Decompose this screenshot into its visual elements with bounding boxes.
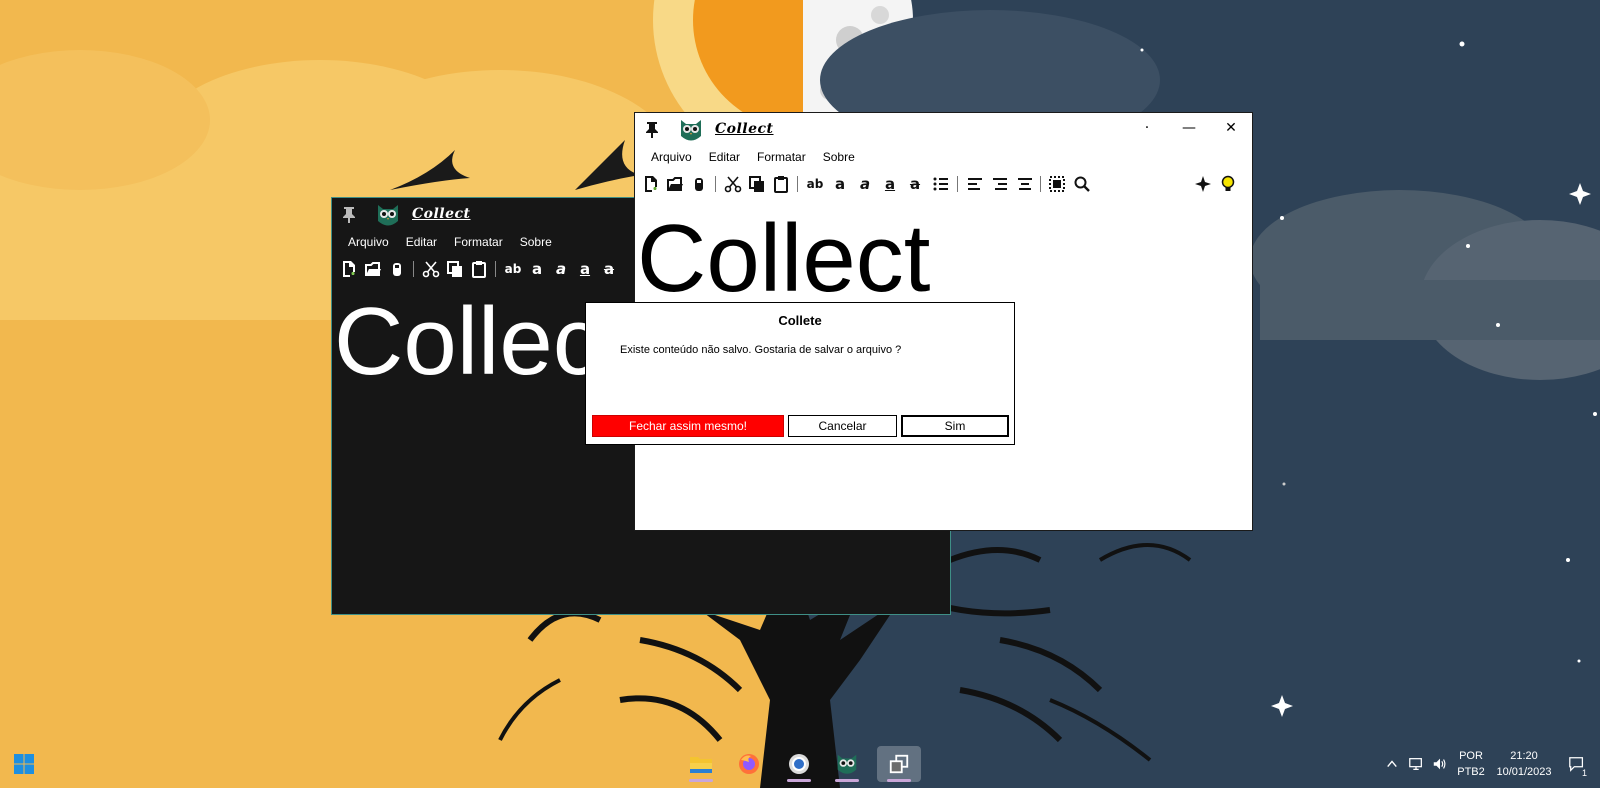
collect-owl-icon[interactable] xyxy=(827,746,867,782)
language-indicator[interactable]: POR PTB2 xyxy=(1456,748,1486,780)
strikethrough-icon[interactable]: a xyxy=(599,259,619,279)
volume-icon[interactable] xyxy=(1428,746,1452,782)
font-icon[interactable]: ab xyxy=(805,174,825,194)
open-file-icon[interactable] xyxy=(665,174,685,194)
select-all-icon[interactable] xyxy=(1047,174,1067,194)
toolbar-separator xyxy=(413,261,414,277)
toolbar-separator xyxy=(957,176,958,192)
strikethrough-icon[interactable]: a xyxy=(905,174,925,194)
more-button[interactable]: · xyxy=(1126,113,1168,143)
minimize-button[interactable]: — xyxy=(1168,113,1210,143)
firefox-icon[interactable] xyxy=(729,746,769,782)
menu-formatar[interactable]: Formatar xyxy=(448,232,510,254)
menu-sobre[interactable]: Sobre xyxy=(817,147,862,169)
clock-time: 21:20 xyxy=(1510,750,1538,762)
taskbar: POR PTB2 21:20 10/01/2023 1 xyxy=(0,740,1600,788)
clock[interactable]: 21:20 10/01/2023 xyxy=(1494,748,1554,780)
sparkle-icon[interactable] xyxy=(1193,174,1213,194)
bold-icon[interactable]: a xyxy=(830,174,850,194)
running-indicator xyxy=(887,779,911,782)
close-anyway-button[interactable]: Fechar assim mesmo! xyxy=(592,415,784,437)
running-indicator xyxy=(787,779,811,782)
windows-logo-icon xyxy=(14,754,34,774)
italic-icon[interactable]: a xyxy=(855,174,875,194)
align-left-icon[interactable] xyxy=(965,174,985,194)
cancel-button[interactable]: Cancelar xyxy=(788,415,897,437)
title-bar: Collect · — ✕ xyxy=(635,113,1252,147)
app-title: Collect xyxy=(412,206,471,222)
dialog-message: Existe conteúdo não salvo. Gostaria de s… xyxy=(620,344,902,356)
italic-icon[interactable]: a xyxy=(551,259,571,279)
toolbar-separator xyxy=(797,176,798,192)
save-icon[interactable] xyxy=(387,259,407,279)
task-view-icon[interactable] xyxy=(877,746,921,782)
copy-icon[interactable] xyxy=(747,174,767,194)
clock-date: 10/01/2023 xyxy=(1496,766,1552,778)
bold-icon[interactable]: a xyxy=(527,259,547,279)
window-controls: · — ✕ xyxy=(1126,113,1252,143)
cut-icon[interactable] xyxy=(421,259,441,279)
close-button[interactable]: ✕ xyxy=(1210,113,1252,143)
file-explorer-icon[interactable] xyxy=(681,746,721,782)
yes-button[interactable]: Sim xyxy=(901,415,1009,437)
toolbar-separator xyxy=(1040,176,1041,192)
toolbar-separator xyxy=(495,261,496,277)
unsaved-changes-dialog: Collete Existe conteúdo não salvo. Gosta… xyxy=(585,302,1015,445)
underline-icon[interactable]: a xyxy=(880,174,900,194)
menu-bar: Arquivo Editar Formatar Sobre xyxy=(635,147,1252,169)
menu-arquivo[interactable]: Arquivo xyxy=(342,232,396,254)
language-code: POR xyxy=(1459,750,1483,762)
app-title: Collect xyxy=(715,121,774,137)
toolbar-separator xyxy=(715,176,716,192)
owl-logo-icon xyxy=(677,116,705,144)
notification-icon[interactable]: 1 xyxy=(1562,746,1592,782)
start-button[interactable] xyxy=(4,746,44,782)
pin-icon[interactable] xyxy=(341,206,357,224)
owl-logo-icon xyxy=(374,201,402,229)
document-text[interactable]: Collect xyxy=(637,211,930,307)
new-file-icon[interactable] xyxy=(339,259,359,279)
pin-icon[interactable] xyxy=(644,121,660,139)
lightbulb-icon[interactable] xyxy=(1218,174,1238,194)
toolbar: ab a a a a xyxy=(635,169,1252,199)
search-icon[interactable] xyxy=(1072,174,1092,194)
paste-icon[interactable] xyxy=(771,174,791,194)
menu-formatar[interactable]: Formatar xyxy=(751,147,813,169)
menu-editar[interactable]: Editar xyxy=(400,232,444,254)
align-center-icon[interactable] xyxy=(1015,174,1035,194)
copy-icon[interactable] xyxy=(445,259,465,279)
open-file-icon[interactable] xyxy=(363,259,383,279)
save-icon[interactable] xyxy=(689,174,709,194)
font-icon[interactable]: ab xyxy=(503,259,523,279)
menu-arquivo[interactable]: Arquivo xyxy=(645,147,699,169)
new-file-icon[interactable] xyxy=(641,174,661,194)
bullet-list-icon[interactable] xyxy=(931,174,951,194)
document-text[interactable]: Collect xyxy=(334,294,594,390)
dialog-title: Collete xyxy=(778,313,822,328)
menu-editar[interactable]: Editar xyxy=(703,147,747,169)
align-right-icon[interactable] xyxy=(990,174,1010,194)
paste-icon[interactable] xyxy=(469,259,489,279)
keyboard-layout: PTB2 xyxy=(1457,766,1485,778)
notification-count: 1 xyxy=(1578,768,1590,778)
running-indicator xyxy=(689,779,713,782)
running-indicator xyxy=(835,779,859,782)
chevron-up-icon[interactable] xyxy=(1382,746,1402,782)
network-icon[interactable] xyxy=(1404,746,1428,782)
cut-icon[interactable] xyxy=(723,174,743,194)
chromium-icon[interactable] xyxy=(779,746,819,782)
underline-icon[interactable]: a xyxy=(575,259,595,279)
menu-sobre[interactable]: Sobre xyxy=(514,232,559,254)
